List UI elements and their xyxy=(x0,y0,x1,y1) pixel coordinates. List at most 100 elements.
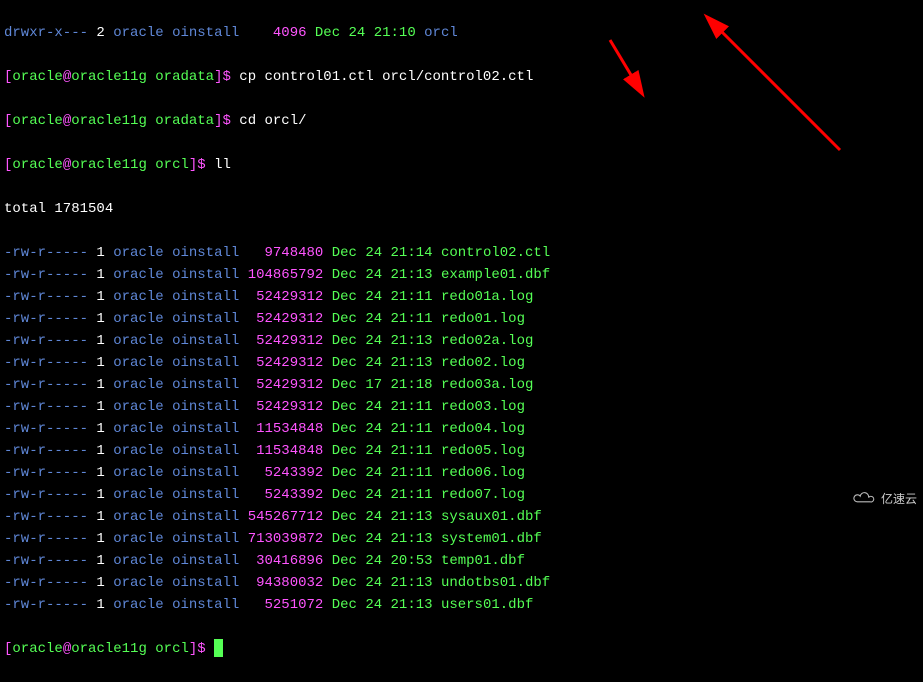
file-owner: oracle xyxy=(113,289,163,305)
watermark-text: 亿速云 xyxy=(881,488,917,510)
file-perm: -rw-r----- xyxy=(4,575,88,591)
command-text: ll xyxy=(214,157,231,173)
file-size: 52429312 xyxy=(248,355,324,371)
ls-row: -rw-r----- 1 oracle oinstall 713039872 D… xyxy=(4,528,919,550)
file-links: 1 xyxy=(96,355,104,371)
file-date: Dec 24 21:13 xyxy=(332,333,433,349)
file-owner: oracle xyxy=(113,267,163,283)
file-group: oinstall xyxy=(172,421,239,437)
file-group: oinstall xyxy=(172,25,239,41)
file-perm: -rw-r----- xyxy=(4,465,88,481)
ls-row: -rw-r----- 1 oracle oinstall 52429312 De… xyxy=(4,396,919,418)
file-perm: -rw-r----- xyxy=(4,597,88,613)
file-owner: oracle xyxy=(113,377,163,393)
dir-name: orcl xyxy=(424,25,458,41)
ls-row: -rw-r----- 1 oracle oinstall 30416896 De… xyxy=(4,550,919,572)
file-perm: -rw-r----- xyxy=(4,553,88,569)
file-name: redo01.log xyxy=(441,311,525,327)
file-size: 545267712 xyxy=(248,509,324,525)
ls-row: -rw-r----- 1 oracle oinstall 11534848 De… xyxy=(4,440,919,462)
ls-row: -rw-r----- 1 oracle oinstall 9748480 Dec… xyxy=(4,242,919,264)
ls-row: -rw-r----- 1 oracle oinstall 5243392 Dec… xyxy=(4,462,919,484)
file-owner: oracle xyxy=(113,355,163,371)
file-owner: oracle xyxy=(113,531,163,547)
total-line: total 1781504 xyxy=(4,198,919,220)
file-name: redo04.log xyxy=(441,421,525,437)
prompt-line: [oracle@oracle11g orcl]$ ll xyxy=(4,154,919,176)
file-size: 52429312 xyxy=(248,289,324,305)
file-group: oinstall xyxy=(172,267,239,283)
file-date: Dec 24 21:11 xyxy=(332,311,433,327)
file-name: temp01.dbf xyxy=(441,553,525,569)
ls-row: -rw-r----- 1 oracle oinstall 52429312 De… xyxy=(4,308,919,330)
file-perm: -rw-r----- xyxy=(4,245,88,261)
file-date: Dec 24 21:11 xyxy=(332,465,433,481)
file-group: oinstall xyxy=(172,377,239,393)
file-owner: oracle xyxy=(113,311,163,327)
file-group: oinstall xyxy=(172,509,239,525)
file-date: Dec 24 21:11 xyxy=(332,399,433,415)
cloud-icon xyxy=(849,491,877,507)
file-perm: -rw-r----- xyxy=(4,421,88,437)
file-owner: oracle xyxy=(113,25,163,41)
ls-row: -rw-r----- 1 oracle oinstall 545267712 D… xyxy=(4,506,919,528)
file-perm: -rw-r----- xyxy=(4,531,88,547)
file-name: redo02.log xyxy=(441,355,525,371)
file-size: 5251072 xyxy=(248,597,324,613)
file-date: Dec 24 21:11 xyxy=(332,487,433,503)
ls-row-parent: drwxr-x--- 2 oracle oinstall 4096 Dec 24… xyxy=(4,22,919,44)
watermark: 亿速云 xyxy=(849,488,917,510)
file-group: oinstall xyxy=(172,289,239,305)
ls-row: -rw-r----- 1 oracle oinstall 52429312 De… xyxy=(4,286,919,308)
file-name: sysaux01.dbf xyxy=(441,509,542,525)
ls-row: -rw-r----- 1 oracle oinstall 94380032 De… xyxy=(4,572,919,594)
file-group: oinstall xyxy=(172,531,239,547)
file-links: 1 xyxy=(96,377,104,393)
file-date: Dec 24 21:13 xyxy=(332,355,433,371)
file-size: 52429312 xyxy=(248,399,324,415)
file-links: 1 xyxy=(96,553,104,569)
file-date: Dec 17 21:18 xyxy=(332,377,433,393)
file-size: 52429312 xyxy=(248,377,324,393)
prompt-line[interactable]: [oracle@oracle11g orcl]$ xyxy=(4,638,919,660)
ls-row: -rw-r----- 1 oracle oinstall 52429312 De… xyxy=(4,352,919,374)
file-date: Dec 24 21:13 xyxy=(332,531,433,547)
prompt-line: [oracle@oracle11g oradata]$ cd orcl/ xyxy=(4,110,919,132)
file-links: 1 xyxy=(96,245,104,261)
file-links: 1 xyxy=(96,333,104,349)
terminal[interactable]: drwxr-x--- 2 oracle oinstall 4096 Dec 24… xyxy=(0,0,923,682)
file-date: Dec 24 21:13 xyxy=(332,597,433,613)
file-name: redo02a.log xyxy=(441,333,533,349)
file-name: users01.dbf xyxy=(441,597,533,613)
file-links: 1 xyxy=(96,289,104,305)
file-perm: -rw-r----- xyxy=(4,267,88,283)
file-perm: -rw-r----- xyxy=(4,443,88,459)
file-owner: oracle xyxy=(113,575,163,591)
file-size: 30416896 xyxy=(248,553,324,569)
file-group: oinstall xyxy=(172,399,239,415)
file-perm: -rw-r----- xyxy=(4,487,88,503)
file-links: 1 xyxy=(96,443,104,459)
file-date: Dec 24 21:14 xyxy=(332,245,433,261)
file-owner: oracle xyxy=(113,553,163,569)
file-perm: -rw-r----- xyxy=(4,289,88,305)
file-name: control02.ctl xyxy=(441,245,550,261)
file-size: 104865792 xyxy=(248,267,324,283)
file-perm: -rw-r----- xyxy=(4,377,88,393)
file-name: redo06.log xyxy=(441,465,525,481)
file-links: 1 xyxy=(96,311,104,327)
file-links: 1 xyxy=(96,487,104,503)
file-name: redo03a.log xyxy=(441,377,533,393)
file-name: redo07.log xyxy=(441,487,525,503)
file-size: 9748480 xyxy=(248,245,324,261)
file-date: Dec 24 21:11 xyxy=(332,443,433,459)
file-group: oinstall xyxy=(172,311,239,327)
file-group: oinstall xyxy=(172,597,239,613)
file-name: undotbs01.dbf xyxy=(441,575,550,591)
file-date: Dec 24 21:13 xyxy=(332,575,433,591)
file-date: Dec 24 21:11 xyxy=(332,289,433,305)
file-name: redo05.log xyxy=(441,443,525,459)
file-owner: oracle xyxy=(113,487,163,503)
file-group: oinstall xyxy=(172,487,239,503)
file-links: 1 xyxy=(96,465,104,481)
